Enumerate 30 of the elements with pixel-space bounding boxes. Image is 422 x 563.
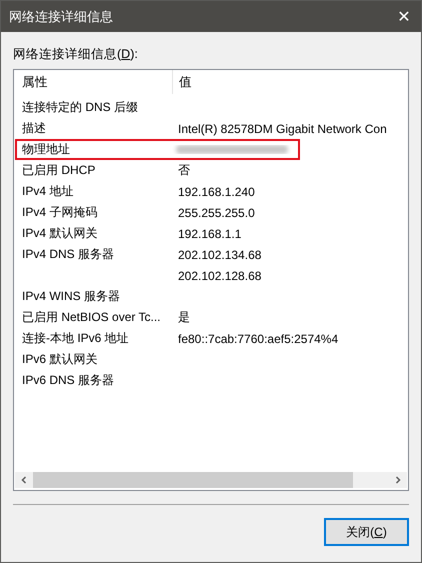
column-header[interactable]: 属性 xyxy=(15,70,173,94)
property-name: IPv4 默认网关 xyxy=(22,226,98,240)
property-name: IPv4 WINS 服务器 xyxy=(22,289,120,303)
scroll-thumb[interactable] xyxy=(33,472,353,488)
property-value: 202.102.128.68 xyxy=(178,268,262,282)
property-name: IPv6 默认网关 xyxy=(22,352,98,366)
list-label: 网络连接详细信息(D): xyxy=(13,46,139,63)
close-button[interactable]: ✕ xyxy=(387,1,421,32)
column-header[interactable]: 值 xyxy=(173,70,407,94)
property-name: IPv4 DNS 服务器 xyxy=(22,247,114,261)
close-button[interactable]: 关闭(C) xyxy=(324,518,409,546)
property-name: IPv6 DNS 服务器 xyxy=(22,373,114,387)
property-name: IPv4 子网掩码 xyxy=(22,205,98,219)
property-name: 连接-本地 IPv6 地址 xyxy=(22,331,129,345)
property-name: 连接特定的 DNS 后缀 xyxy=(22,100,138,114)
property-name: 已启用 NetBIOS over Tc... xyxy=(22,310,160,324)
property-value: 192.168.1.240 xyxy=(178,184,255,198)
property-name: 描述 xyxy=(22,121,46,135)
property-value: 是 xyxy=(178,310,190,324)
property-name: 物理地址 xyxy=(22,142,70,156)
property-value: 192.168.1.1 xyxy=(178,226,242,240)
property-value: Intel(R) 82578DM Gigabit Network Con xyxy=(178,122,387,136)
property-name: IPv4 地址 xyxy=(22,184,74,198)
horizontal-scrollbar[interactable] xyxy=(15,472,407,488)
property-value: fe80::7cab:7760:aef5:2574%4 xyxy=(178,332,338,346)
property-value: 255.255.255.0 xyxy=(178,206,255,220)
property-name: 已启用 DHCP xyxy=(22,163,96,177)
property-value: 否 xyxy=(178,163,190,177)
property-value: 202.102.134.68 xyxy=(178,248,262,262)
window-title: 网络连接详细信息 xyxy=(8,8,113,26)
